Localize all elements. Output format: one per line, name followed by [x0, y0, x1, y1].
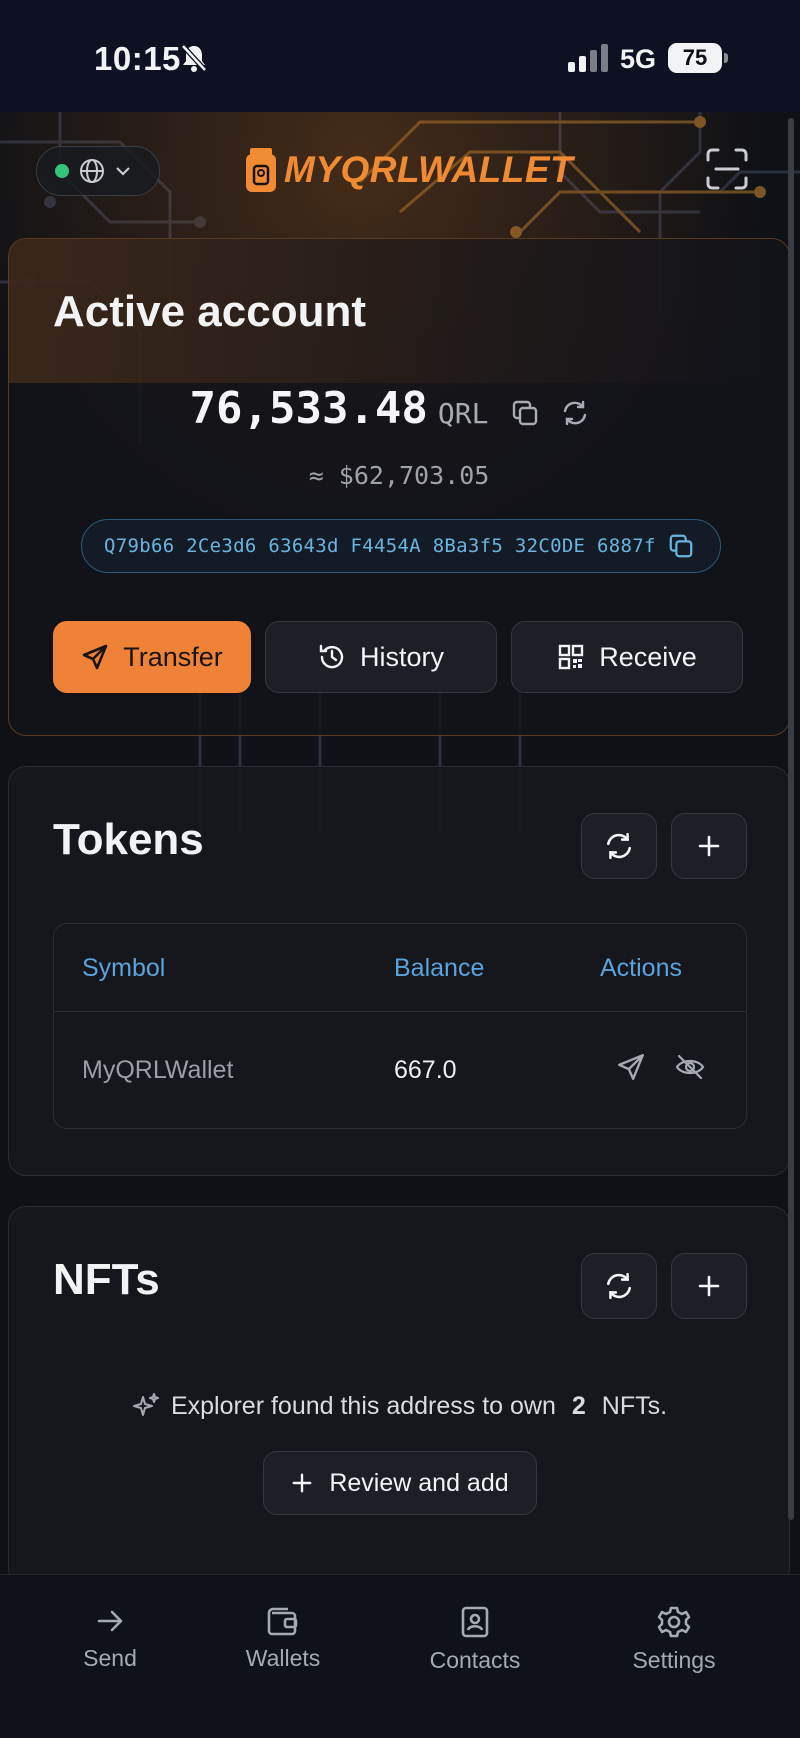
bottom-nav: Send Wallets Contacts Settings	[0, 1574, 800, 1738]
column-balance: Balance	[394, 954, 485, 982]
nav-wallets-label: Wallets	[245, 1645, 321, 1671]
transfer-button[interactable]: Transfer	[53, 621, 251, 693]
nft-count: 2	[571, 1391, 586, 1420]
nav-send-label: Send	[83, 1645, 137, 1671]
nav-settings[interactable]: Settings	[594, 1605, 754, 1674]
nfts-card: NFTs Explorer found this address to own …	[8, 1206, 790, 1586]
column-actions: Actions	[600, 954, 682, 982]
fiat-value: ≈ $62,703.05	[308, 461, 490, 490]
nfts-title: NFTs	[53, 1255, 160, 1304]
chevron-down-icon	[116, 167, 130, 176]
app-screen: MYQRLWALLET Active account 76,533.48 QRL…	[0, 112, 800, 1738]
qr-code-icon	[559, 644, 584, 670]
receive-button[interactable]: Receive	[511, 621, 743, 693]
refresh-tokens-button[interactable]	[581, 813, 657, 879]
column-symbol: Symbol	[82, 954, 166, 982]
copy-balance-icon[interactable]	[511, 399, 539, 427]
nav-send[interactable]: Send	[30, 1605, 190, 1672]
token-row-actions	[616, 1052, 706, 1082]
nav-settings-label: Settings	[632, 1647, 716, 1673]
refresh-nfts-button[interactable]	[581, 1253, 657, 1319]
send-token-icon[interactable]	[616, 1052, 646, 1082]
active-account-card: Active account 76,533.48 QRL ≈ $62,703.0…	[8, 238, 790, 736]
history-icon	[319, 644, 344, 669]
tokens-table-header: Symbol Balance Actions	[54, 924, 746, 1012]
online-status-dot	[55, 164, 69, 178]
active-account-title: Active account	[53, 287, 366, 336]
token-balance: 667.0	[394, 1056, 457, 1084]
scan-qr-icon[interactable]	[706, 148, 748, 195]
tokens-title: Tokens	[53, 815, 204, 864]
plus-icon	[698, 1275, 720, 1297]
account-actions: Transfer History Receive	[53, 621, 743, 693]
address-pill[interactable]: Q79b66 2Ce3d6 63643d F4454A 8Ba3f5 32C0D…	[81, 519, 721, 573]
balance-unit: QRL	[437, 397, 489, 430]
tokens-table: Symbol Balance Actions MyQRLWallet 667.0	[53, 923, 747, 1129]
page-scrollbar[interactable]	[788, 118, 794, 1520]
gear-icon	[657, 1606, 691, 1638]
wallet-logo-icon	[246, 148, 276, 192]
status-bar: 10:15 5G 75	[0, 0, 800, 112]
signal-icon	[566, 44, 610, 77]
battery-indicator: 75	[668, 43, 728, 73]
balance-icons	[511, 399, 589, 427]
plus-icon	[292, 1473, 312, 1493]
wallet-icon	[267, 1607, 298, 1636]
globe-icon	[80, 159, 104, 183]
review-and-add-button[interactable]: Review and add	[263, 1451, 537, 1515]
review-and-add-label: Review and add	[329, 1468, 509, 1497]
balance-row: 76,533.48 QRL	[9, 383, 789, 434]
tokens-card: Tokens Symbol Balance Actions MyQRLWalle…	[8, 766, 790, 1176]
history-label: History	[359, 641, 444, 672]
refresh-balance-icon[interactable]	[561, 399, 589, 427]
nav-wallets[interactable]: Wallets	[203, 1605, 363, 1672]
app-logo: MYQRLWALLET	[246, 148, 573, 192]
sparkles-icon	[132, 1393, 159, 1416]
contacts-book-icon	[461, 1606, 489, 1638]
network-type: 5G	[620, 44, 657, 74]
copy-address-icon[interactable]	[668, 533, 694, 559]
status-time: 10:15	[94, 40, 181, 77]
logo-text: MYQRLWALLET	[284, 149, 574, 190]
arrow-right-icon	[97, 1610, 123, 1632]
refresh-icon	[607, 1272, 631, 1300]
token-symbol: MyQRLWallet	[82, 1056, 234, 1084]
transfer-label: Transfer	[123, 641, 223, 672]
send-plane-icon	[82, 644, 108, 670]
nav-contacts-label: Contacts	[429, 1647, 521, 1673]
app-header: MYQRLWALLET	[0, 112, 800, 232]
bell-muted-icon	[180, 43, 208, 78]
account-address: Q79b66 2Ce3d6 63643d F4454A 8Ba3f5 32C0D…	[104, 535, 656, 557]
nav-contacts[interactable]: Contacts	[395, 1605, 555, 1674]
plus-icon	[698, 835, 720, 857]
balance-value: 76,533.48	[189, 383, 428, 434]
history-button[interactable]: History	[265, 621, 497, 693]
add-nft-button[interactable]	[671, 1253, 747, 1319]
refresh-icon	[607, 832, 631, 860]
nft-message-prefix: Explorer found this address to own	[170, 1391, 556, 1420]
nft-message-suffix: NFTs.	[601, 1391, 668, 1420]
nft-discovery-message: Explorer found this address to own 2 NFT…	[9, 1391, 789, 1421]
network-selector[interactable]	[36, 146, 160, 196]
receive-label: Receive	[599, 641, 697, 672]
table-row: MyQRLWallet 667.0	[54, 1012, 746, 1128]
add-token-button[interactable]	[671, 813, 747, 879]
hide-token-icon[interactable]	[674, 1052, 706, 1082]
